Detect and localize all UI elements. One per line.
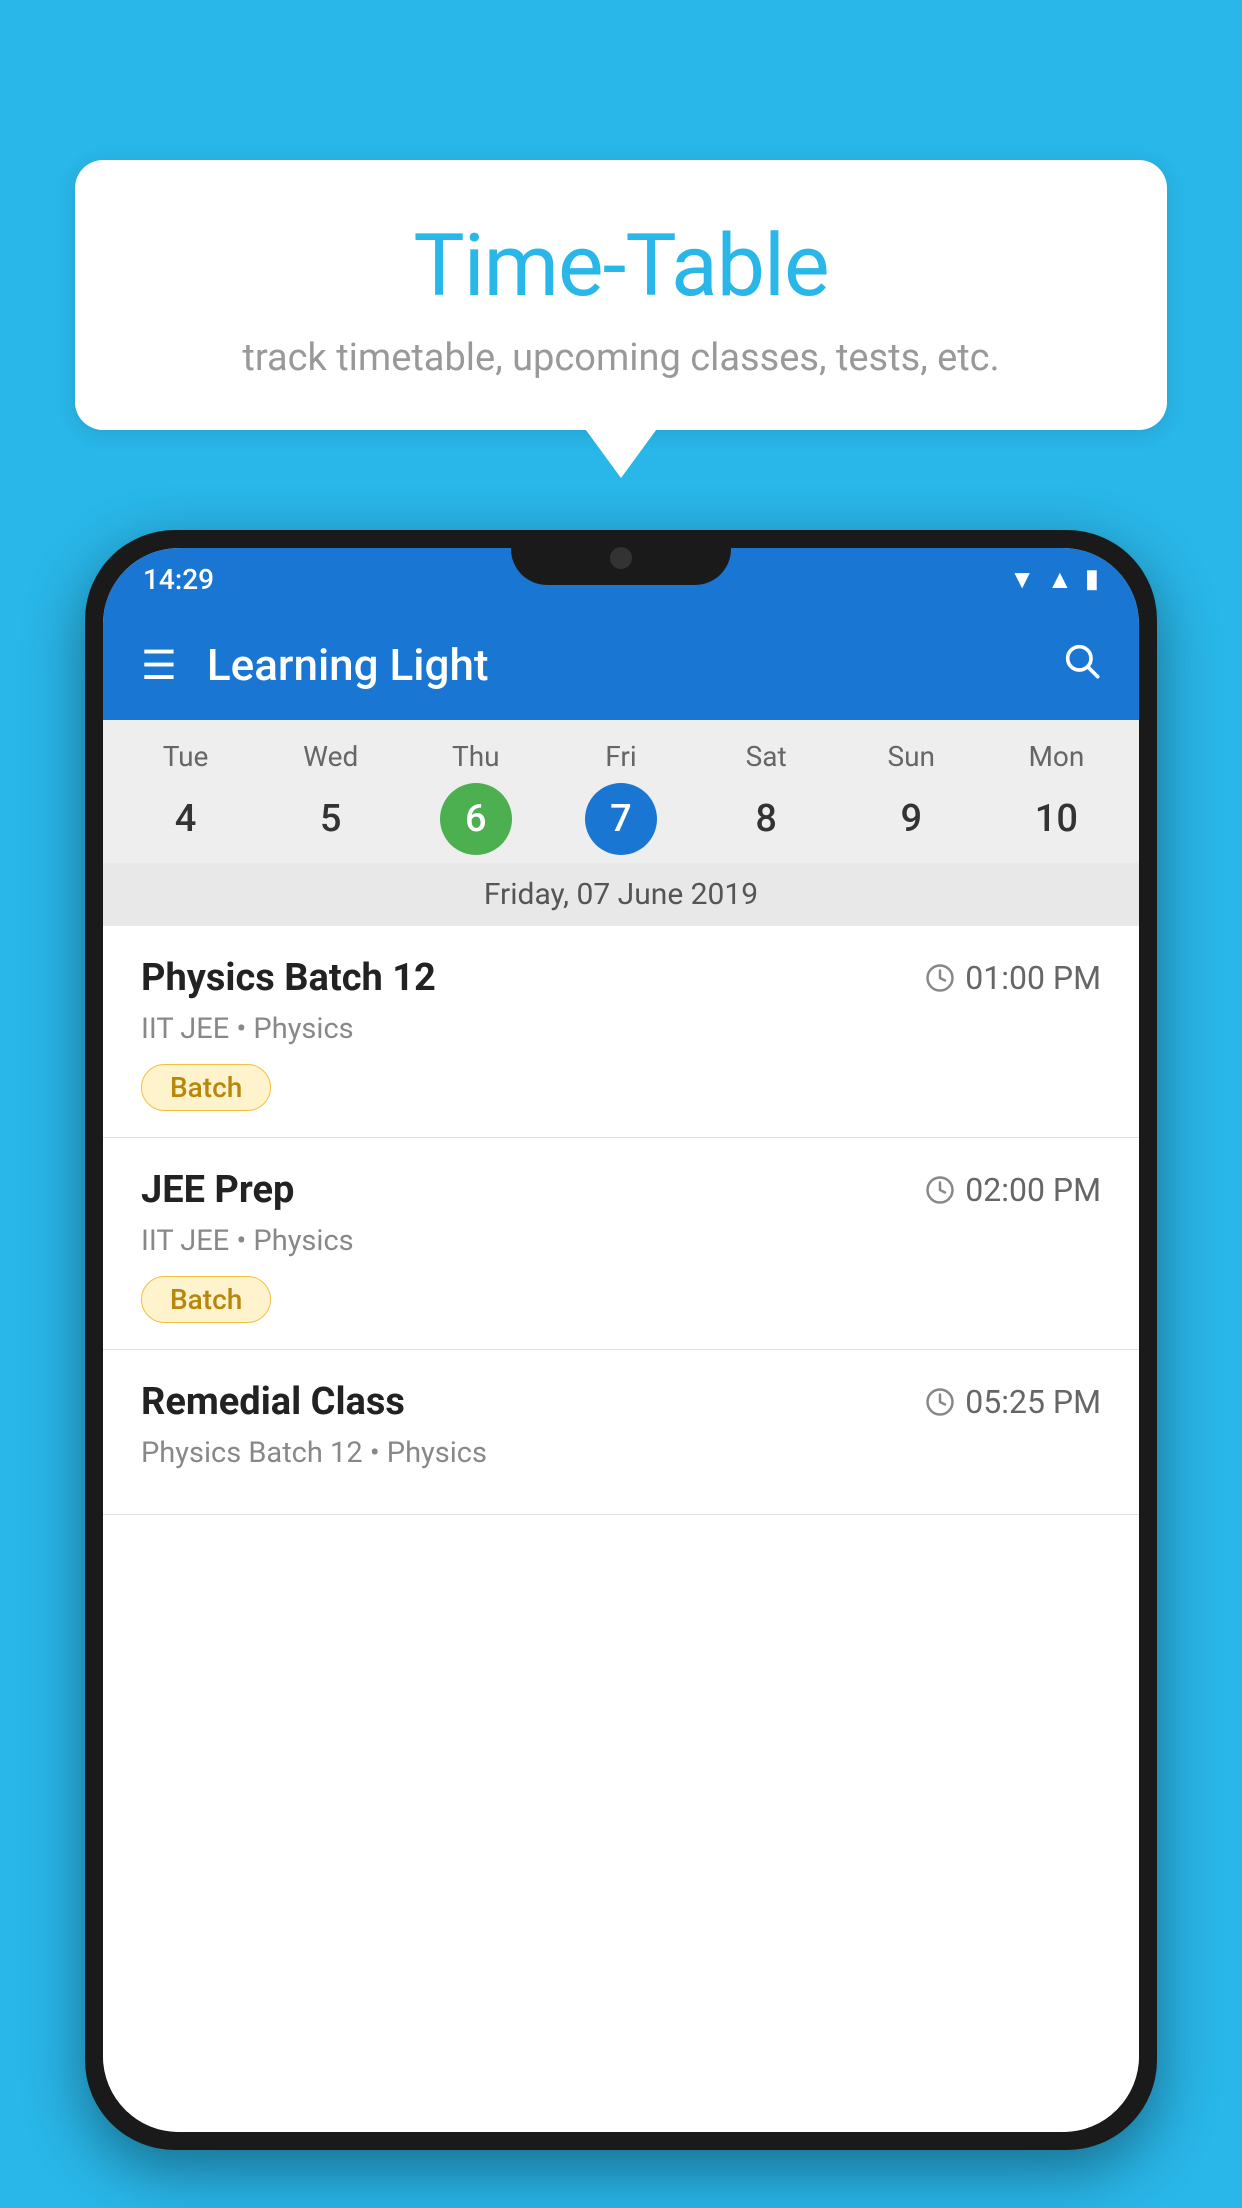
class-time: 02:00 PM: [925, 1171, 1101, 1209]
class-meta: IIT JEE • Physics: [141, 1224, 1101, 1258]
speech-bubble: Time-Table track timetable, upcoming cla…: [75, 160, 1167, 430]
search-icon[interactable]: [1061, 640, 1101, 691]
status-time: 14:29: [143, 563, 214, 596]
day-label: Mon: [1028, 740, 1084, 773]
day-label: Wed: [303, 740, 358, 773]
clock-icon: [925, 1387, 955, 1417]
hamburger-icon[interactable]: ☰: [141, 642, 177, 689]
calendar-day[interactable]: Mon 10: [991, 740, 1121, 855]
batch-badge: Batch: [141, 1276, 271, 1323]
bubble-subtitle: track timetable, upcoming classes, tests…: [135, 336, 1107, 380]
clock-icon: [925, 1175, 955, 1205]
class-card[interactable]: JEE Prep 02:00 PM IIT JEE • Physics Batc…: [103, 1138, 1139, 1350]
calendar-day[interactable]: Wed 5: [266, 740, 396, 855]
day-label: Tue: [163, 740, 209, 773]
calendar-strip: Tue 4 Wed 5 Thu 6 Fri 7 Sat 8 Sun 9 Mon 10 Friday, 07…: [103, 720, 1139, 926]
class-time: 01:00 PM: [925, 959, 1101, 997]
calendar-day[interactable]: Sat 8: [701, 740, 831, 855]
day-number: 6: [440, 783, 512, 855]
selected-date-label: Friday, 07 June 2019: [103, 863, 1139, 926]
wifi-icon: ▼: [1009, 564, 1035, 595]
class-meta: IIT JEE • Physics: [141, 1012, 1101, 1046]
phone-frame: 14:29 ▼ ▲ ▮ ☰ Learning Light: [85, 530, 1157, 2150]
camera-dot: [610, 547, 632, 569]
bubble-title: Time-Table: [135, 215, 1107, 316]
status-icons: ▼ ▲ ▮: [1009, 564, 1099, 595]
day-number: 5: [295, 783, 367, 855]
day-number: 9: [875, 783, 947, 855]
days-row: Tue 4 Wed 5 Thu 6 Fri 7 Sat 8 Sun 9 Mon 10: [103, 720, 1139, 863]
card-header: JEE Prep 02:00 PM: [141, 1168, 1101, 1212]
day-number: 10: [1020, 783, 1092, 855]
class-card[interactable]: Physics Batch 12 01:00 PM IIT JEE • Phys…: [103, 926, 1139, 1138]
speech-bubble-container: Time-Table track timetable, upcoming cla…: [75, 160, 1167, 430]
phone-screen: 14:29 ▼ ▲ ▮ ☰ Learning Light: [103, 548, 1139, 2132]
day-label: Sun: [888, 740, 936, 773]
class-meta: Physics Batch 12 • Physics: [141, 1436, 1101, 1470]
class-name: JEE Prep: [141, 1168, 294, 1212]
phone-container: 14:29 ▼ ▲ ▮ ☰ Learning Light: [85, 530, 1157, 2208]
class-name: Remedial Class: [141, 1380, 405, 1424]
calendar-day[interactable]: Thu 6: [411, 740, 541, 855]
class-card[interactable]: Remedial Class 05:25 PM Physics Batch 12…: [103, 1350, 1139, 1515]
day-label: Thu: [452, 740, 500, 773]
card-header: Remedial Class 05:25 PM: [141, 1380, 1101, 1424]
app-bar: ☰ Learning Light: [103, 610, 1139, 720]
day-label: Fri: [605, 740, 636, 773]
class-time: 05:25 PM: [925, 1383, 1101, 1421]
batch-badge: Batch: [141, 1064, 271, 1111]
day-number: 8: [730, 783, 802, 855]
calendar-day[interactable]: Fri 7: [556, 740, 686, 855]
clock-icon: [925, 963, 955, 993]
day-number: 4: [150, 783, 222, 855]
calendar-day[interactable]: Sun 9: [846, 740, 976, 855]
phone-notch: [511, 530, 731, 585]
calendar-day[interactable]: Tue 4: [121, 740, 251, 855]
card-header: Physics Batch 12 01:00 PM: [141, 956, 1101, 1000]
battery-icon: ▮: [1085, 564, 1099, 594]
signal-icon: ▲: [1047, 564, 1073, 595]
day-number: 7: [585, 783, 657, 855]
content-area: Physics Batch 12 01:00 PM IIT JEE • Phys…: [103, 926, 1139, 2132]
class-name: Physics Batch 12: [141, 956, 436, 1000]
app-title: Learning Light: [207, 639, 1061, 691]
day-label: Sat: [746, 740, 787, 773]
